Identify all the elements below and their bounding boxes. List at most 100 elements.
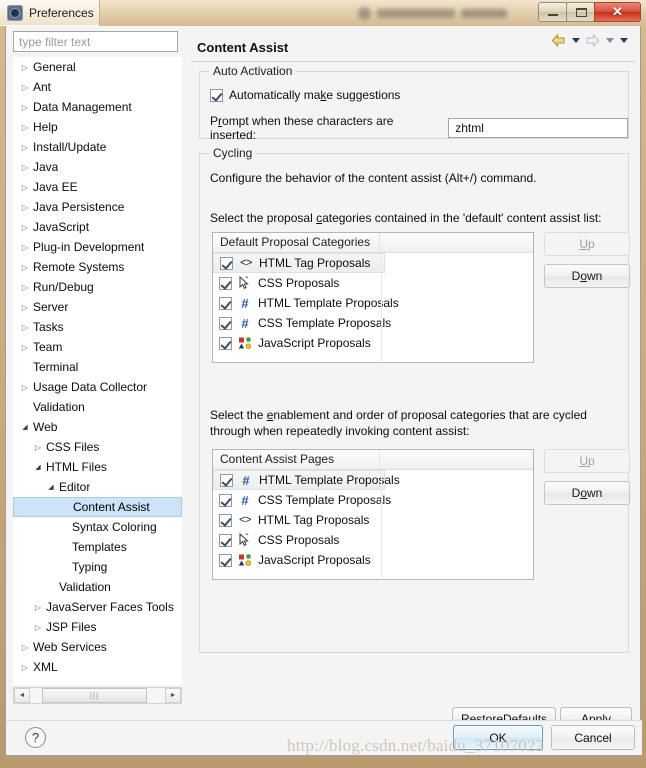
- sidebar-item-css-files[interactable]: ▷ CSS Files: [13, 437, 182, 457]
- close-button[interactable]: ✕: [594, 2, 641, 22]
- cancel-button[interactable]: Cancel: [551, 725, 635, 750]
- maximize-button[interactable]: [566, 2, 595, 22]
- sidebar-item-data-management[interactable]: ▷ Data Management: [13, 97, 182, 117]
- table-row[interactable]: # HTML Template Proposals: [213, 470, 400, 490]
- sidebar-item-editor[interactable]: ◢ Editor: [13, 477, 182, 497]
- sidebar-item-usage-data-collector[interactable]: ▷ Usage Data Collector: [13, 377, 182, 397]
- sidebar-item-terminal[interactable]: Terminal: [13, 357, 182, 377]
- table-row[interactable]: CSS Proposals: [213, 273, 533, 293]
- column-header-content-assist-pages[interactable]: Content Assist Pages: [213, 450, 380, 469]
- move-up-button-1[interactable]: Up: [544, 232, 630, 256]
- chevron-right-icon[interactable]: ▷: [17, 383, 33, 392]
- chevron-right-icon[interactable]: ▷: [17, 103, 33, 112]
- chevron-down-icon[interactable]: ◢: [30, 463, 46, 471]
- chevron-right-icon[interactable]: ▷: [17, 63, 33, 72]
- sidebar-item-tasks[interactable]: ▷ Tasks: [13, 317, 182, 337]
- sidebar-item-java-ee[interactable]: ▷ Java EE: [13, 177, 182, 197]
- chevron-right-icon[interactable]: ▷: [17, 263, 33, 272]
- preferences-tree[interactable]: ▷ General ▷ Ant ▷ Data Management ▷ Help ▷ Instal…: [13, 57, 182, 685]
- chevron-right-icon[interactable]: ▷: [17, 323, 33, 332]
- chevron-right-icon[interactable]: ▷: [30, 443, 46, 452]
- row-checkbox[interactable]: [219, 493, 232, 507]
- move-down-button-2[interactable]: Do wn: [544, 481, 630, 505]
- chevron-down-icon[interactable]: ◢: [43, 483, 59, 491]
- chevron-down-icon[interactable]: ◢: [17, 423, 33, 431]
- auto-suggestions-row[interactable]: Automatically make suggestions: [210, 88, 400, 102]
- chevron-right-icon[interactable]: ▷: [17, 223, 33, 232]
- row-checkbox[interactable]: [219, 513, 232, 527]
- move-down-button-1[interactable]: Do wn: [544, 264, 630, 288]
- sidebar-item-typing[interactable]: Typing: [13, 557, 182, 577]
- chevron-right-icon[interactable]: ▷: [17, 643, 33, 652]
- row-checkbox[interactable]: [219, 533, 232, 547]
- row-checkbox[interactable]: [219, 296, 232, 310]
- sidebar-item-server[interactable]: ▷ Server: [13, 297, 182, 317]
- sidebar-item-ant[interactable]: ▷ Ant: [13, 77, 182, 97]
- scrollbar-track[interactable]: |||: [30, 688, 165, 703]
- minimize-button[interactable]: [538, 2, 567, 22]
- chevron-right-icon[interactable]: ▷: [17, 243, 33, 252]
- chevron-right-icon[interactable]: ▷: [17, 183, 33, 192]
- column-header-empty-2[interactable]: [380, 450, 533, 469]
- row-checkbox[interactable]: [219, 276, 232, 290]
- sidebar-item-validation[interactable]: Validation: [13, 397, 182, 417]
- sidebar-item-xml[interactable]: ▷ XML: [13, 657, 182, 677]
- row-checkbox[interactable]: [220, 473, 233, 487]
- table-row[interactable]: # CSS Template Proposals: [213, 490, 533, 510]
- chevron-right-icon[interactable]: ▷: [17, 163, 33, 172]
- chevron-right-icon[interactable]: ▷: [17, 283, 33, 292]
- default-proposal-categories-table[interactable]: Default Proposal Categories <> HTML Tag P…: [212, 232, 534, 363]
- table-row[interactable]: JavaScript Proposals: [213, 333, 533, 353]
- chevron-right-icon[interactable]: ▷: [17, 83, 33, 92]
- auto-suggestions-checkbox[interactable]: [210, 88, 223, 102]
- sidebar-item-help[interactable]: ▷ Help: [13, 117, 182, 137]
- chevron-right-icon[interactable]: ▷: [17, 143, 33, 152]
- content-assist-pages-table[interactable]: Content Assist Pages # HTML Template Prop…: [212, 449, 534, 580]
- table-row[interactable]: # HTML Template Proposals: [213, 293, 533, 313]
- sidebar-item-remote-systems[interactable]: ▷ Remote Systems: [13, 257, 182, 277]
- column-header-default-categories[interactable]: Default Proposal Categories: [213, 233, 380, 252]
- chevron-right-icon[interactable]: ▷: [17, 203, 33, 212]
- sidebar-item-java[interactable]: ▷ Java: [13, 157, 182, 177]
- sidebar-item-plug-in-development[interactable]: ▷ Plug-in Development: [13, 237, 182, 257]
- page-menu-caret-icon[interactable]: [618, 32, 629, 49]
- column-header-empty-1[interactable]: [380, 233, 533, 252]
- sidebar-item-team[interactable]: ▷ Team: [13, 337, 182, 357]
- sidebar-item-install-update[interactable]: ▷ Install/Update: [13, 137, 182, 157]
- sidebar-item-java-persistence[interactable]: ▷ Java Persistence: [13, 197, 182, 217]
- sidebar-item-web[interactable]: ◢ Web: [13, 417, 182, 437]
- scroll-left-arrow-icon[interactable]: ◄: [14, 688, 30, 703]
- sidebar-item-jsp-files[interactable]: ▷ JSP Files: [13, 617, 182, 637]
- table-row[interactable]: # CSS Template Proposals: [213, 313, 533, 333]
- table-row[interactable]: <> HTML Tag Proposals: [213, 253, 385, 273]
- move-up-button-2[interactable]: Up: [544, 449, 630, 473]
- back-arrow-icon[interactable]: [550, 32, 567, 49]
- chevron-right-icon[interactable]: ▷: [17, 303, 33, 312]
- sidebar-item-javascript[interactable]: ▷ JavaScript: [13, 217, 182, 237]
- sidebar-item-html-files[interactable]: ◢ HTML Files: [13, 457, 182, 477]
- sidebar-item-content-assist[interactable]: Content Assist: [13, 497, 182, 517]
- sidebar-item-run-debug[interactable]: ▷ Run/Debug: [13, 277, 182, 297]
- sidebar-item-general[interactable]: ▷ General: [13, 57, 182, 77]
- table-row[interactable]: CSS Proposals: [213, 530, 533, 550]
- table-row[interactable]: <> HTML Tag Proposals: [213, 510, 533, 530]
- chevron-right-icon[interactable]: ▷: [17, 663, 33, 672]
- sidebar-item-templates[interactable]: Templates: [13, 537, 182, 557]
- tree-horizontal-scrollbar[interactable]: ◄ ||| ►: [13, 687, 182, 704]
- back-history-caret-icon[interactable]: [570, 32, 581, 49]
- row-checkbox[interactable]: [219, 553, 232, 567]
- chevron-right-icon[interactable]: ▷: [17, 343, 33, 352]
- sidebar-item-syntax-coloring[interactable]: Syntax Coloring: [13, 517, 182, 537]
- help-icon[interactable]: ?: [25, 727, 46, 748]
- row-checkbox[interactable]: [220, 256, 233, 270]
- sidebar-item-validation[interactable]: Validation: [13, 577, 182, 597]
- row-checkbox[interactable]: [219, 336, 232, 350]
- scrollbar-thumb[interactable]: |||: [42, 688, 147, 703]
- table-row[interactable]: JavaScript Proposals: [213, 550, 533, 570]
- chevron-right-icon[interactable]: ▷: [30, 603, 46, 612]
- prompt-characters-input[interactable]: zhtml: [448, 118, 628, 138]
- pane-splitter[interactable]: [184, 29, 188, 717]
- scroll-right-arrow-icon[interactable]: ►: [165, 688, 181, 703]
- sidebar-item-javaserver-faces-tools[interactable]: ▷ JavaServer Faces Tools: [13, 597, 182, 617]
- row-checkbox[interactable]: [219, 316, 232, 330]
